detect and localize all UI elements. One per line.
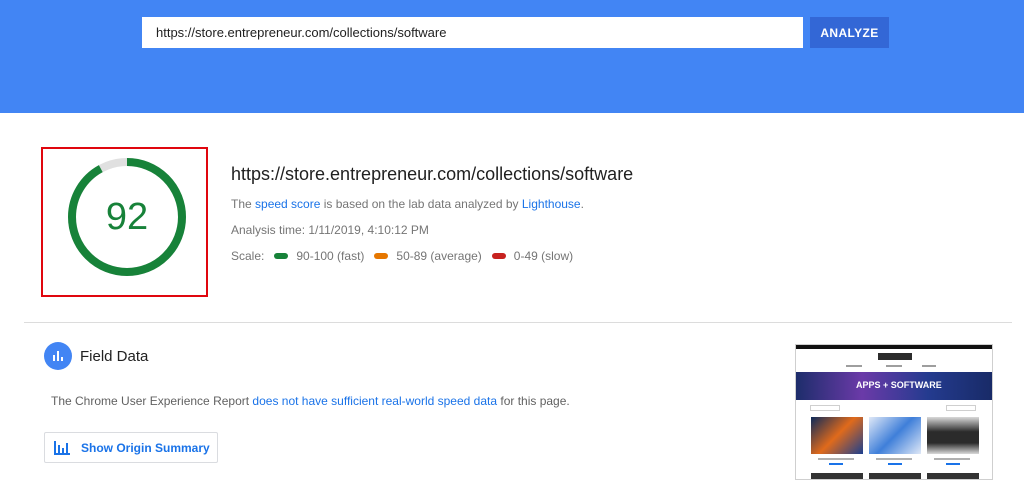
desc-middle: is based on the lab data analyzed by [320,197,522,211]
thumb-filter [946,405,976,411]
thumb-caption [876,458,912,460]
slow-scale-swatch [491,253,506,259]
thumb-product-card [927,417,979,454]
thumb-product-card [869,417,921,454]
thumb-banner-text: APPS + SOFTWARE [856,380,942,390]
show-origin-summary-label: Show Origin Summary [81,440,210,455]
thumb-logo [878,353,912,360]
score-scale: Scale: 90-100 (fast) 50-89 (average) 0-4… [231,249,573,263]
bar-chart-icon [44,342,72,370]
thumb-caption [934,458,970,460]
thumb-price [946,463,960,465]
show-origin-summary-button[interactable]: Show Origin Summary [44,432,218,463]
desc-prefix: The [231,197,256,211]
thumb-product-card [811,473,863,479]
header-bar: ANALYZE [0,0,1024,113]
thumb-price [888,463,902,465]
insufficient-data-link[interactable]: does not have sufficient real-world spee… [252,394,497,408]
analysis-time: Analysis time: 1/11/2019, 4:10:12 PM [231,223,429,237]
thumb-product-card [869,473,921,479]
desc-suffix: . [580,197,584,211]
thumb-top-bar [796,345,992,349]
speed-score-link[interactable]: speed score [255,197,320,211]
fast-scale-label: 90-100 (fast) [296,249,365,263]
thumb-caption [818,458,854,460]
chart-icon [54,440,70,455]
field-data-message: The Chrome User Experience Report does n… [51,394,570,408]
fast-scale-swatch [274,253,289,259]
thumb-product-card [927,473,979,479]
average-scale-swatch [374,253,389,259]
score-value: 92 [105,195,149,238]
analyze-button[interactable]: ANALYZE [810,17,889,48]
scale-label: Scale: [231,249,265,263]
thumb-nav-item [922,365,936,367]
url-input[interactable] [142,17,803,48]
lighthouse-link[interactable]: Lighthouse [522,197,581,211]
slow-scale-label: 0-49 (slow) [513,249,574,263]
score-description: The speed score is based on the lab data… [231,197,584,211]
page-screenshot-thumbnail: APPS + SOFTWARE [795,344,993,480]
section-divider [24,322,1012,323]
average-scale-label: 50-89 (average) [396,249,482,263]
field-data-title: Field Data [80,348,149,365]
score-highlight-box: 92 [41,147,208,297]
thumb-nav-item [886,365,902,367]
thumb-product-card [811,417,863,454]
thumb-price [829,463,843,465]
thumb-filter [810,405,840,411]
tested-url: https://store.entrepreneur.com/collectio… [231,164,634,184]
field-text-suffix: for this page. [497,394,570,408]
thumb-nav-item [846,365,862,367]
field-text-prefix: The Chrome User Experience Report [51,394,253,408]
